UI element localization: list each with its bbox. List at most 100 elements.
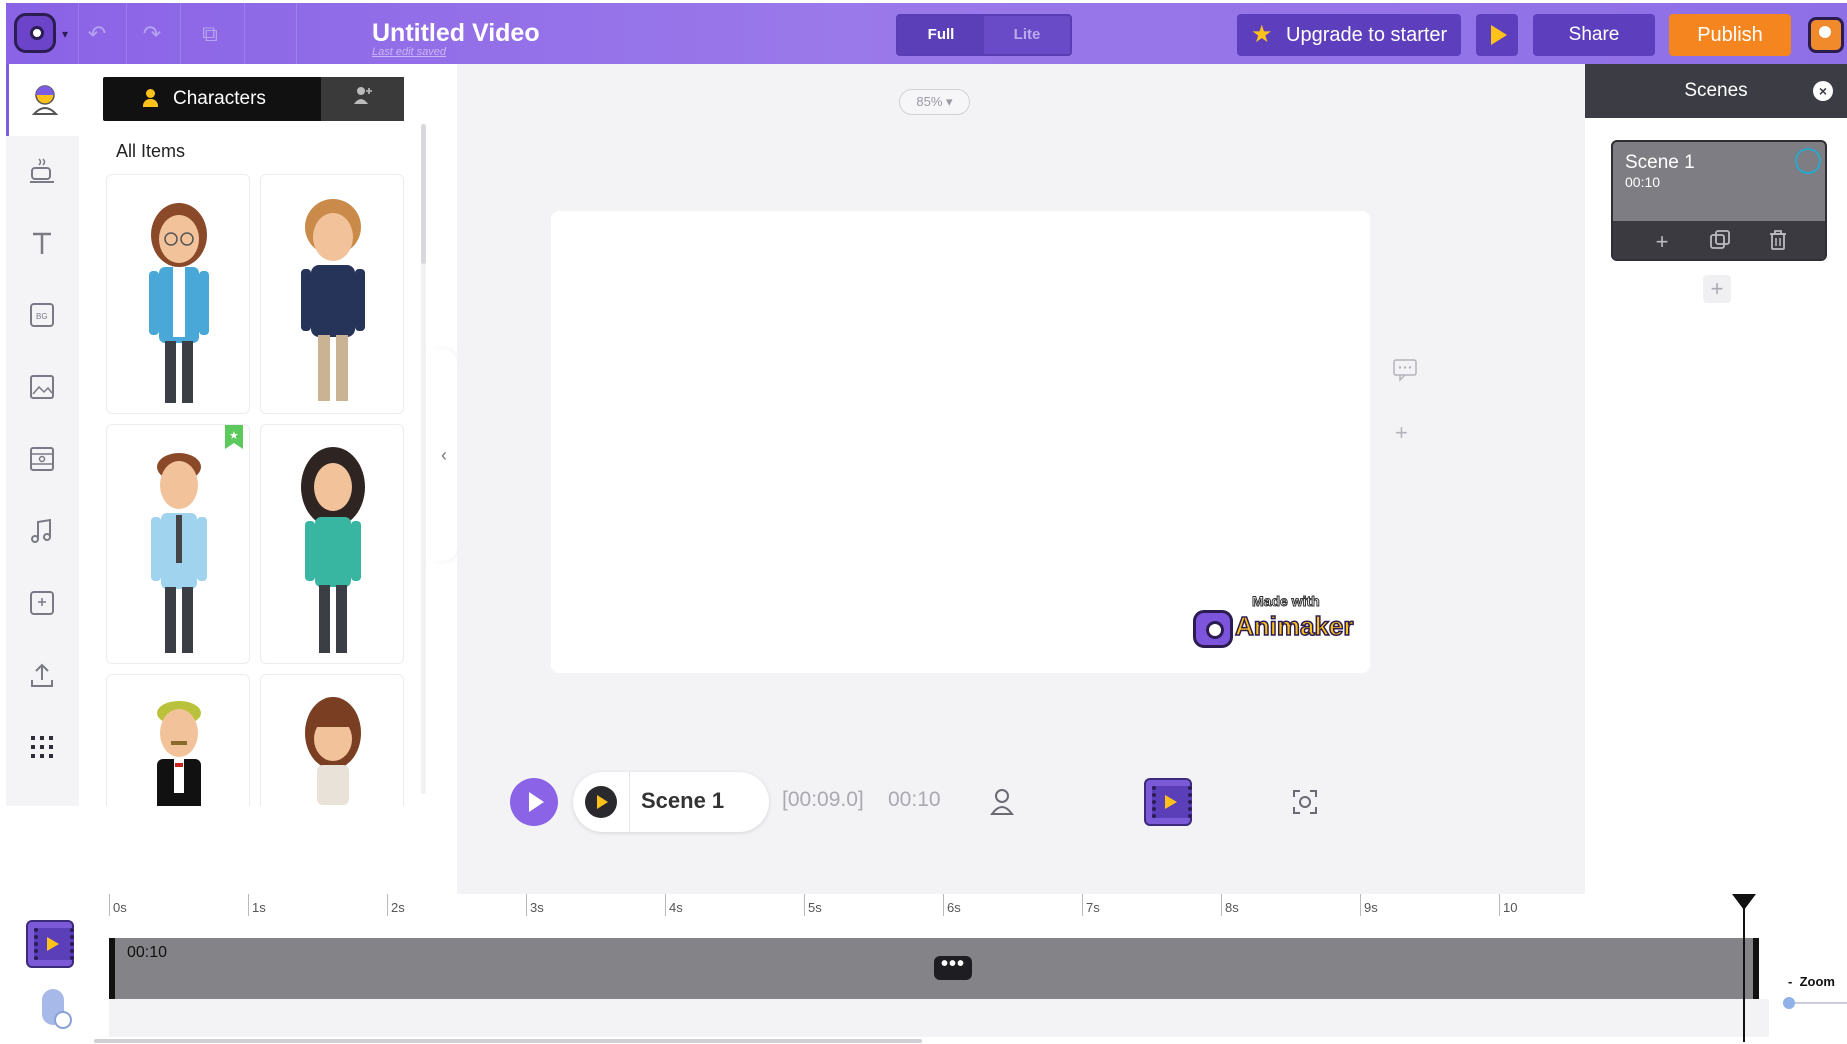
rail-videos[interactable]	[6, 424, 79, 496]
rail-images[interactable]	[6, 352, 79, 424]
chevron-left-icon: ‹	[441, 445, 447, 465]
ruler-tick-label: 10	[1503, 900, 1518, 915]
rail-characters[interactable]	[6, 64, 79, 136]
play-scene-button[interactable]	[585, 786, 617, 818]
watermark-brand: Animaker	[1234, 610, 1354, 642]
scene-canvas[interactable]	[551, 211, 1370, 673]
panel-scrollbar[interactable]	[421, 124, 426, 264]
rail-properties[interactable]	[6, 136, 79, 208]
character-card[interactable]	[106, 174, 250, 414]
preview-button[interactable]	[1476, 14, 1518, 56]
undo-icon[interactable]: ↶	[84, 21, 110, 47]
bg-badge: BG	[36, 312, 48, 321]
scene-name: Scene 1	[1625, 152, 1695, 173]
zoom-select[interactable]: 85% ▾	[899, 89, 970, 115]
video-icon	[30, 447, 54, 471]
zoom-slider-knob[interactable]	[1783, 997, 1795, 1009]
star-icon: ★	[1251, 21, 1273, 48]
ruler-tick-label: 8s	[1225, 900, 1239, 915]
screenshot-icon[interactable]	[1292, 789, 1318, 820]
character-card[interactable]: ★	[106, 424, 250, 664]
ruler-tick-label: 2s	[391, 900, 405, 915]
character-thumbnail	[305, 697, 361, 805]
timeline: 0s 1s 2s 3s 4s 5s 6s 7s 8s 9s 10 00:10 ••• - Zoom	[6, 894, 1847, 1044]
scenes-header: Scenes	[1585, 64, 1847, 118]
scene-select-indicator[interactable]	[1795, 148, 1821, 174]
rail-upload[interactable]	[6, 640, 79, 712]
scene-duration[interactable]: 00:10	[888, 788, 941, 812]
time-ruler[interactable]: 0s 1s 2s 3s 4s 5s 6s 7s 8s 9s 10	[109, 894, 1769, 924]
add-scene-button[interactable]: +	[1703, 275, 1731, 303]
tab-characters[interactable]: Characters	[103, 77, 321, 121]
svg-text:★: ★	[229, 430, 239, 442]
chevron-down-icon[interactable]: ▾	[62, 27, 68, 41]
ruler-tick	[387, 894, 388, 916]
character-thumbnail	[151, 453, 207, 653]
add-scene-icon[interactable]: +	[1647, 229, 1677, 255]
timeline-tools	[6, 894, 106, 1044]
rail-music[interactable]	[6, 496, 79, 568]
zoom-slider[interactable]	[1789, 1002, 1847, 1004]
play-all-button[interactable]	[510, 778, 558, 826]
redo-icon[interactable]: ↷	[139, 21, 165, 47]
character-thumbnail	[157, 701, 201, 806]
cup-icon	[30, 158, 54, 183]
mode-toggle: Full Lite	[896, 14, 1072, 56]
zoom-label: - Zoom	[1788, 974, 1835, 989]
timeline-scrollbar[interactable]	[94, 1039, 922, 1043]
rail-background[interactable]: BG	[6, 280, 79, 352]
timeline-zoom: - Zoom	[1779, 974, 1847, 1044]
share-button[interactable]: Share	[1533, 14, 1655, 56]
ruler-tick-label: 3s	[530, 900, 544, 915]
rail-effects[interactable]	[6, 568, 79, 640]
upgrade-button[interactable]: ★ Upgrade to starter	[1237, 14, 1461, 56]
ruler-tick-label: 7s	[1086, 900, 1100, 915]
animaker-logo[interactable]	[14, 13, 56, 53]
more-options-icon[interactable]: •••	[934, 954, 972, 980]
duplicate-scene-icon[interactable]	[1705, 229, 1735, 257]
character-icon[interactable]	[990, 788, 1014, 821]
ruler-tick	[665, 894, 666, 916]
scene-actions: +	[1613, 221, 1825, 259]
character-card[interactable]	[260, 174, 404, 414]
character-card[interactable]	[260, 424, 404, 664]
section-title: All Items	[116, 141, 186, 161]
microphone-icon[interactable]	[42, 989, 72, 1029]
playhead	[1743, 904, 1745, 1042]
project-title[interactable]: Untitled Video	[372, 19, 540, 48]
scene-track[interactable]: 00:10 •••	[109, 938, 1759, 999]
character-card[interactable]	[106, 674, 250, 806]
comment-icon[interactable]	[1392, 358, 1418, 388]
ruler-tick-label: 5s	[808, 900, 822, 915]
effects-icon	[30, 591, 54, 615]
publish-button[interactable]: Publish	[1669, 14, 1791, 56]
ruler-tick	[1499, 894, 1500, 916]
add-icon[interactable]: +	[1395, 420, 1408, 446]
tab-characters-label: Characters	[173, 88, 266, 109]
ruler-tick-label: 6s	[947, 900, 961, 915]
bookmark-icon: ★	[225, 425, 243, 449]
character-card[interactable]	[260, 674, 404, 806]
ruler-tick-label: 0s	[113, 900, 127, 915]
mode-lite-button[interactable]: Lite	[984, 16, 1070, 54]
delete-scene-icon[interactable]	[1763, 229, 1793, 257]
character-tabs: Characters	[103, 77, 404, 121]
background-icon: BG	[30, 303, 54, 327]
rail-more[interactable]	[6, 712, 79, 784]
ruler-tick-label: 9s	[1364, 900, 1378, 915]
duplicate-icon[interactable]: ⧉	[197, 21, 223, 47]
character-thumbnail	[301, 199, 365, 401]
ruler-tick	[526, 894, 527, 916]
video-preview-button[interactable]	[1144, 778, 1192, 826]
mode-full-button[interactable]: Full	[898, 16, 984, 54]
close-icon[interactable]: ×	[1813, 81, 1833, 101]
scenes-panel: Scenes × Scene 1 00:10 + +	[1585, 64, 1847, 894]
current-scene-label: Scene 1	[641, 788, 725, 813]
tab-custom-character[interactable]	[321, 77, 404, 121]
video-track-icon[interactable]	[26, 920, 74, 968]
rail-text[interactable]	[6, 208, 79, 280]
user-avatar[interactable]	[1808, 17, 1844, 53]
audio-track[interactable]	[109, 999, 1769, 1037]
scene-card[interactable]: Scene 1 00:10 +	[1611, 140, 1827, 261]
collapse-panel-button[interactable]: ‹	[431, 349, 457, 561]
